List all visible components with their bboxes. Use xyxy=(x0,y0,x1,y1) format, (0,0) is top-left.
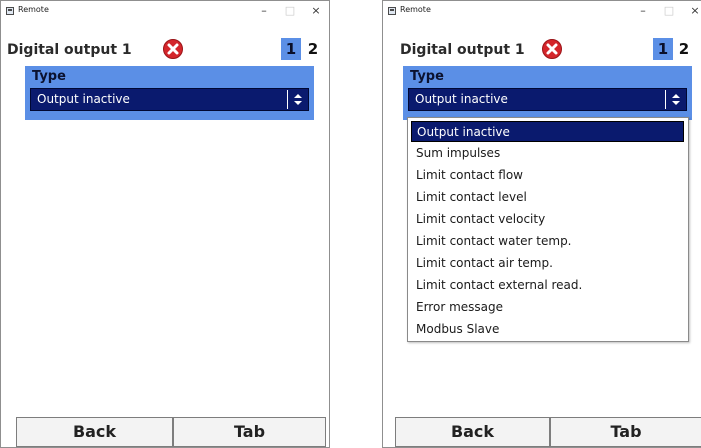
tab-button[interactable]: Tab xyxy=(550,417,701,447)
dropdown-option-limit-contact-water-temp[interactable]: Limit contact water temp. xyxy=(411,231,684,252)
dropdown-option-limit-contact-flow[interactable]: Limit contact flow xyxy=(411,165,684,186)
back-button[interactable]: Back xyxy=(395,417,550,447)
dropdown-option-limit-contact-level[interactable]: Limit contact level xyxy=(411,187,684,208)
dropdown-option-limit-contact-velocity[interactable]: Limit contact velocity xyxy=(411,209,684,230)
type-panel: Type Output inactive xyxy=(403,66,692,120)
window-icon xyxy=(6,7,14,15)
dropdown-option-limit-contact-external-read[interactable]: Limit contact external read. xyxy=(411,275,684,296)
tab-2[interactable]: 2 xyxy=(303,38,323,60)
tab-2[interactable]: 2 xyxy=(674,38,694,60)
remote-window-left: Remote – □ × Digital output 1 1 2 Type O… xyxy=(0,0,330,448)
header: Digital output 1 1 2 xyxy=(1,35,329,65)
minimize-button[interactable]: – xyxy=(630,2,656,20)
type-select-value: Output inactive xyxy=(415,92,508,106)
type-label: Type xyxy=(32,69,66,84)
page-title: Digital output 1 xyxy=(7,42,132,58)
error-icon[interactable] xyxy=(542,39,562,59)
dropdown-option-output-inactive[interactable]: Output inactive xyxy=(411,121,684,142)
dropdown-option-error-message[interactable]: Error message xyxy=(411,297,684,318)
window-title: Remote xyxy=(400,5,431,14)
header: Digital output 1 1 2 xyxy=(383,35,701,65)
dropdown-option-modbus-slave[interactable]: Modbus Slave xyxy=(411,319,684,340)
close-button[interactable]: × xyxy=(682,2,701,20)
back-button[interactable]: Back xyxy=(16,417,173,447)
maximize-button[interactable]: □ xyxy=(277,2,303,20)
maximize-button[interactable]: □ xyxy=(656,2,682,20)
dropdown-option-limit-contact-air-temp[interactable]: Limit contact air temp. xyxy=(411,253,684,274)
type-panel: Type Output inactive xyxy=(25,66,314,120)
dropdown-option-sum-impulses[interactable]: Sum impulses xyxy=(411,143,684,164)
tab-1[interactable]: 1 xyxy=(653,38,673,60)
remote-window-right: Remote – □ × Digital output 1 1 2 Type O… xyxy=(382,0,701,448)
type-select[interactable]: Output inactive xyxy=(30,88,309,111)
tab-1[interactable]: 1 xyxy=(281,38,301,60)
minimize-button[interactable]: – xyxy=(251,2,277,20)
type-select[interactable]: Output inactive xyxy=(408,88,687,111)
window-icon xyxy=(388,7,396,15)
up-down-arrows-icon[interactable] xyxy=(287,90,307,109)
error-icon[interactable] xyxy=(163,39,183,59)
type-label: Type xyxy=(410,69,444,84)
footer: Back Tab xyxy=(383,417,701,447)
window-title: Remote xyxy=(18,5,49,14)
type-select-value: Output inactive xyxy=(37,92,130,106)
titlebar[interactable]: Remote – □ × xyxy=(383,1,701,21)
page-title: Digital output 1 xyxy=(400,42,525,58)
titlebar[interactable]: Remote – □ × xyxy=(1,1,329,21)
close-button[interactable]: × xyxy=(303,2,329,20)
type-dropdown-list: Output inactive Sum impulses Limit conta… xyxy=(407,117,689,342)
tab-button[interactable]: Tab xyxy=(173,417,326,447)
up-down-arrows-icon[interactable] xyxy=(665,90,685,109)
footer: Back Tab xyxy=(1,417,329,447)
